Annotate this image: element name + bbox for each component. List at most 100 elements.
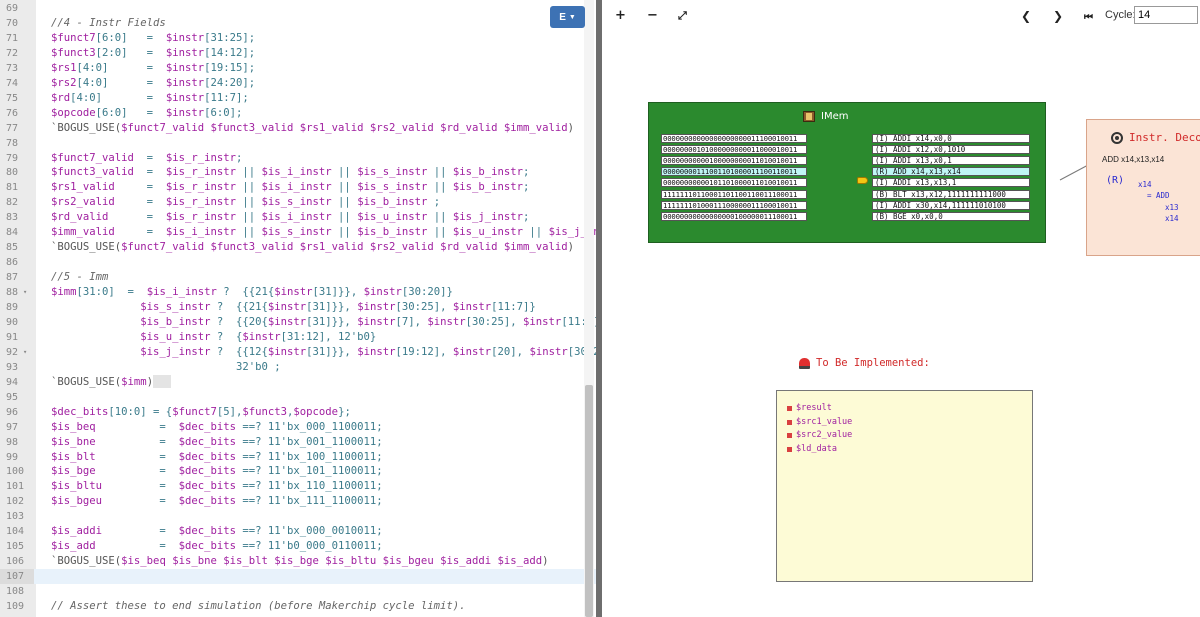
next-cycle-icon[interactable]: ❯: [1053, 8, 1063, 24]
code-text[interactable]: $is_bne = $dec_bits ==? 11'bx_001_110001…: [51, 435, 383, 450]
fit-view-icon[interactable]: ⤢: [678, 8, 687, 24]
code-line[interactable]: 71 $funct7[6:0] = $instr[31:25];: [0, 31, 596, 46]
code-line[interactable]: 97 $is_beq = $dec_bits ==? 11'bx_000_1100…: [0, 420, 596, 435]
line-number: 98: [6, 436, 19, 448]
line-number: 93: [6, 361, 19, 373]
code-line[interactable]: 72 $funct3[2:0] = $instr[14:12];: [0, 46, 596, 61]
fold-arrow-icon[interactable]: ▾: [23, 345, 27, 360]
code-text[interactable]: `BOGUS_USE($funct7_valid $funct3_valid $…: [51, 240, 574, 255]
code-line[interactable]: 85 `BOGUS_USE($funct7_valid $funct3_valid…: [0, 240, 596, 255]
editor-scrollbar-thumb[interactable]: [585, 385, 593, 617]
code-text[interactable]: // Assert these to end simulation (befor…: [51, 599, 466, 614]
imem-binary-cell: 11111110110001101100110011100011: [661, 189, 807, 199]
code-line[interactable]: 104 $is_addi = $dec_bits ==? 11'bx_000_00…: [0, 524, 596, 539]
code-line[interactable]: 95: [0, 390, 596, 405]
code-text[interactable]: $imm_valid = $is_i_instr || $is_s_instr …: [51, 225, 596, 240]
code-line[interactable]: 76 $opcode[6:0] = $instr[6:0];: [0, 106, 596, 121]
reset-cycle-icon[interactable]: ⏮: [1084, 10, 1093, 26]
code-line[interactable]: 81 $rs1_valid = $is_r_instr || $is_i_inst…: [0, 180, 596, 195]
code-text[interactable]: $funct7[6:0] = $instr[31:25];: [51, 31, 255, 46]
code-line[interactable]: 106 `BOGUS_USE($is_beq $is_bne $is_blt $i…: [0, 554, 596, 569]
code-text[interactable]: $is_add = $dec_bits ==? 11'b0_000_011001…: [51, 539, 383, 554]
fold-arrow-icon[interactable]: ▾: [23, 285, 27, 300]
code-text[interactable]: $is_b_instr ? {{20{$instr[31]}}, $instr[…: [51, 315, 596, 330]
code-line[interactable]: 98 $is_bne = $dec_bits ==? 11'bx_001_1100…: [0, 435, 596, 450]
code-line[interactable]: 91 $is_u_instr ? {$instr[31:12], 12'b0}: [0, 330, 596, 345]
code-text[interactable]: $is_u_instr ? {$instr[31:12], 12'b0}: [51, 330, 376, 345]
code-line[interactable]: 99 $is_blt = $dec_bits ==? 11'bx_100_1100…: [0, 450, 596, 465]
code-text[interactable]: $opcode[6:0] = $instr[6:0];: [51, 106, 242, 121]
editor-mode-button[interactable]: E ▼: [550, 6, 585, 28]
code-line[interactable]: 107: [0, 569, 596, 585]
code-text[interactable]: $is_bge = $dec_bits ==? 11'bx_101_110001…: [51, 464, 383, 479]
line-number: 104: [6, 526, 25, 538]
cycle-input[interactable]: [1134, 6, 1198, 24]
zoom-out-icon[interactable]: −: [647, 8, 658, 24]
code-line[interactable]: 86: [0, 255, 596, 270]
code-text[interactable]: $funct7_valid = $is_r_instr;: [51, 151, 242, 166]
line-number: 87: [6, 272, 19, 284]
code-line[interactable]: 70 //4 - Instr Fields: [0, 16, 596, 31]
code-line[interactable]: 109 // Assert these to end simulation (be…: [0, 599, 596, 614]
diagram-panel[interactable]: + − ⤢ ❮ ❯ ⏮ Cycle: IMem 0000000000000000…: [602, 0, 1200, 617]
code-line[interactable]: 80 $funct3_valid = $is_r_instr || $is_i_i…: [0, 165, 596, 180]
code-line[interactable]: 73 $rs1[4:0] = $instr[19:15];: [0, 61, 596, 76]
code-text[interactable]: `BOGUS_USE($is_beq $is_bne $is_blt $is_b…: [51, 554, 549, 569]
code-line[interactable]: 103: [0, 509, 596, 524]
code-line[interactable]: 87 //5 - Imm: [0, 270, 596, 285]
code-text[interactable]: $rs2[4:0] = $instr[24:20];: [51, 76, 255, 91]
code-text[interactable]: $dec_bits[10:0] = {$funct7[5],$funct3,$o…: [51, 405, 351, 420]
prev-cycle-icon[interactable]: ❮: [1021, 8, 1031, 24]
code-text[interactable]: $is_beq = $dec_bits ==? 11'bx_000_110001…: [51, 420, 383, 435]
code-text[interactable]: $imm[31:0] = $is_i_instr ? {{21{$instr[3…: [51, 285, 453, 300]
zoom-in-icon[interactable]: +: [615, 8, 626, 24]
code-line[interactable]: 94 `BOGUS_USE($imm): [0, 375, 596, 390]
code-line[interactable]: 100 $is_bge = $dec_bits ==? 11'bx_101_110…: [0, 464, 596, 479]
code-line[interactable]: 82 $rs2_valid = $is_r_instr || $is_s_inst…: [0, 195, 596, 210]
code-line[interactable]: 90 $is_b_instr ? {{20{$instr[31]}}, $ins…: [0, 315, 596, 330]
code-text[interactable]: //5 - Imm: [51, 270, 108, 285]
signal-name: $src1_value: [796, 416, 853, 427]
code-text[interactable]: $rd[4:0] = $instr[11:7];: [51, 91, 249, 106]
code-line[interactable]: 88 ▾ $imm[31:0] = $is_i_instr ? {{21{$inst…: [0, 285, 596, 300]
code-line[interactable]: 93 32'b0 ;: [0, 360, 596, 375]
code-line[interactable]: 75 $rd[4:0] = $instr[11:7];: [0, 91, 596, 106]
code-line[interactable]: 89 $is_s_instr ? {{21{$instr[31]}}, $ins…: [0, 300, 596, 315]
code-text[interactable]: $is_addi = $dec_bits ==? 11'bx_000_00100…: [51, 524, 383, 539]
code-line[interactable]: 74 $rs2[4:0] = $instr[24:20];: [0, 76, 596, 91]
code-line[interactable]: 102 $is_bgeu = $dec_bits ==? 11'bx_111_11…: [0, 494, 596, 509]
line-number: 85: [6, 242, 19, 254]
code-text[interactable]: $is_bgeu = $dec_bits ==? 11'bx_111_11000…: [51, 494, 383, 509]
code-text[interactable]: $is_j_instr ? {{12{$instr[31]}}, $instr[…: [51, 345, 596, 360]
code-text[interactable]: `BOGUS_USE($imm): [51, 375, 172, 390]
code-line[interactable]: 69: [0, 1, 596, 16]
code-line[interactable]: 79 $funct7_valid = $is_r_instr;: [0, 151, 596, 166]
code-line[interactable]: 105 $is_add = $dec_bits ==? 11'b0_000_011…: [0, 539, 596, 554]
code-text[interactable]: $rs1[4:0] = $instr[19:15];: [51, 61, 255, 76]
code-line[interactable]: 108: [0, 584, 596, 599]
imem-block[interactable]: IMem 00000000000000000000011100010011 (I)…: [648, 102, 1046, 243]
code-text[interactable]: $rd_valid = $is_r_instr || $is_i_instr |…: [51, 210, 529, 225]
code-text[interactable]: $funct3_valid = $is_r_instr || $is_i_ins…: [51, 165, 529, 180]
bullet-icon: [787, 446, 792, 452]
imem-title: IMem: [803, 111, 848, 122]
code-text[interactable]: $funct3[2:0] = $instr[14:12];: [51, 46, 255, 61]
code-text[interactable]: $rs2_valid = $is_r_instr || $is_s_instr …: [51, 195, 440, 210]
code-text[interactable]: $is_blt = $dec_bits ==? 11'bx_100_110001…: [51, 450, 383, 465]
code-line[interactable]: 84 $imm_valid = $is_i_instr || $is_s_inst…: [0, 225, 596, 240]
code-text[interactable]: $is_s_instr ? {{21{$instr[31]}}, $instr[…: [51, 300, 536, 315]
code-line[interactable]: 101 $is_bltu = $dec_bits ==? 11'bx_110_11…: [0, 479, 596, 494]
code-text[interactable]: $is_bltu = $dec_bits ==? 11'bx_110_11000…: [51, 479, 383, 494]
instr-decode-block[interactable]: Instr. Deco ADD x14,x13,x14 (R) x14 = AD…: [1086, 119, 1200, 256]
line-number: 78: [6, 137, 19, 149]
code-line[interactable]: 78: [0, 136, 596, 151]
code-editor[interactable]: 69 70 //4 - Instr Fields 71 $funct7[6:0] = $…: [0, 0, 596, 617]
code-text[interactable]: 32'b0 ;: [51, 360, 281, 375]
code-text[interactable]: `BOGUS_USE($funct7_valid $funct3_valid $…: [51, 121, 574, 136]
code-line[interactable]: 96 $dec_bits[10:0] = {$funct7[5],$funct3,…: [0, 405, 596, 420]
code-text[interactable]: $rs1_valid = $is_r_instr || $is_i_instr …: [51, 180, 529, 195]
code-line[interactable]: 83 $rd_valid = $is_r_instr || $is_i_instr…: [0, 210, 596, 225]
code-text[interactable]: //4 - Instr Fields: [51, 16, 166, 31]
code-line[interactable]: 92 ▾ $is_j_instr ? {{12{$instr[31]}}, $in…: [0, 345, 596, 360]
code-line[interactable]: 77 `BOGUS_USE($funct7_valid $funct3_valid…: [0, 121, 596, 136]
